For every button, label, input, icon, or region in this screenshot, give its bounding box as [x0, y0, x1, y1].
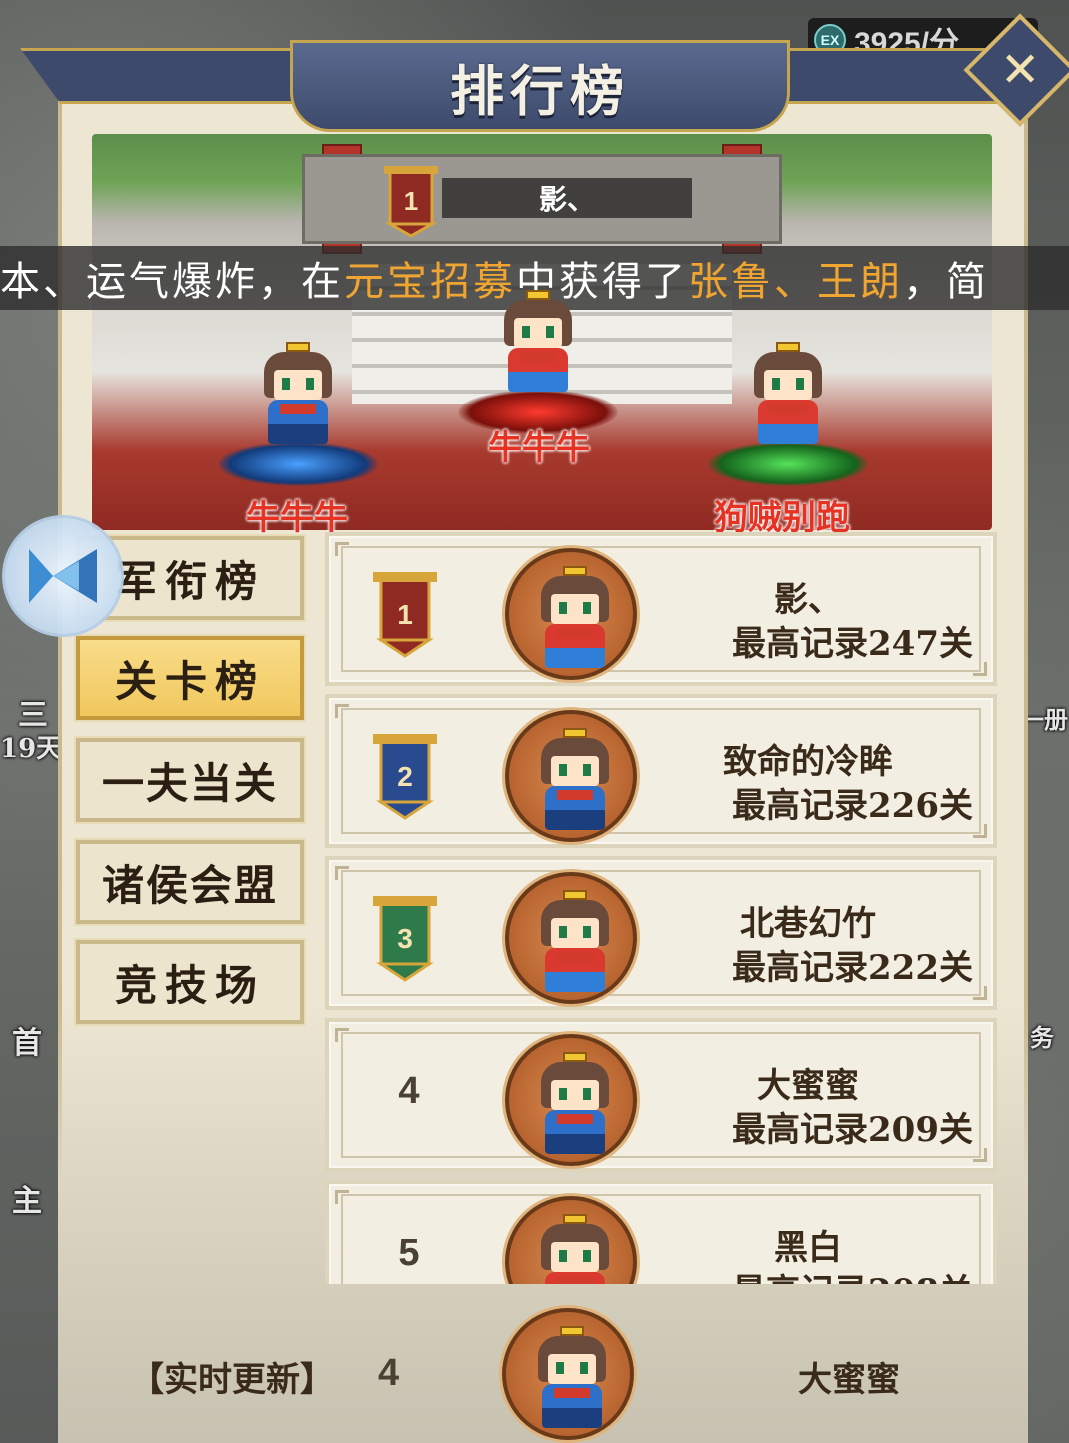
- avatar[interactable]: [505, 872, 637, 1004]
- hero-sprite: [498, 290, 578, 400]
- leaderboard-row[interactable]: 1 影、 最高记录247关: [325, 532, 997, 686]
- rank-badge-number: 2: [397, 761, 413, 792]
- player-record: 最高记录247关: [732, 624, 973, 664]
- self-avatar[interactable]: [502, 1308, 634, 1440]
- player-record: 最高记录208关: [673, 1264, 973, 1284]
- title-plate: 排行榜: [290, 40, 790, 132]
- marquee-text: ，简: [903, 259, 989, 305]
- leaderboard-row[interactable]: 2 致命的冷眸 最高记录226关: [325, 694, 997, 848]
- rank-1-flag-number: 1: [404, 186, 418, 216]
- rank-badge-number: 1: [397, 599, 413, 630]
- tab-arena[interactable]: 竞技场: [74, 938, 306, 1026]
- player-name: 黑白: [774, 1228, 842, 1268]
- avatar[interactable]: [505, 1034, 637, 1166]
- podium-hero-second[interactable]: [218, 342, 378, 486]
- podium-hero-name: 牛牛牛: [488, 428, 590, 468]
- bg-label: 务: [1030, 1023, 1054, 1052]
- podium-hero-first[interactable]: [458, 290, 618, 434]
- podium-hero-third[interactable]: [708, 342, 868, 486]
- close-icon: ✕: [999, 42, 1041, 98]
- realtime-update-label: 【实时更新】: [130, 1360, 334, 1400]
- bg-label: 首: [12, 1026, 42, 1061]
- leaderboard-row[interactable]: 4 大蜜蜜 最高记录209关: [325, 1018, 997, 1172]
- leaderboard-list[interactable]: 1 影、 最高记录247关 2 致命的冷眸 最高记录226关 3 北巷幻竹 最高…: [325, 532, 997, 1284]
- rank-badge-number: 3: [397, 923, 413, 954]
- marquee-highlight: 张鲁、王朗: [688, 259, 903, 305]
- tab-alliance[interactable]: 诸侯会盟: [74, 838, 306, 926]
- hero-sprite: [258, 342, 338, 452]
- hero-sprite: [748, 342, 828, 452]
- rank-number: 5: [398, 1232, 420, 1274]
- player-name: 影、: [774, 580, 842, 620]
- bg-label: 主: [12, 1184, 42, 1219]
- player-name: 北巷幻竹: [740, 904, 876, 944]
- player-record: 最高记录209关: [732, 1110, 973, 1150]
- player-name: 致命的冷眸: [723, 742, 893, 782]
- player-record: 最高记录222关: [732, 948, 973, 988]
- assistant-logo-icon: [29, 549, 97, 603]
- rank-2-badge-icon: 2: [373, 734, 437, 820]
- tab-stage-rank[interactable]: 关卡榜: [74, 634, 306, 722]
- leaderboard-row[interactable]: 5 黑白 最高记录208关: [325, 1180, 997, 1284]
- rank-1-flag-icon: 1: [384, 166, 438, 238]
- avatar[interactable]: [505, 710, 637, 842]
- avatar[interactable]: [505, 548, 637, 680]
- self-rank-row: 【实时更新】 4 大蜜蜜: [58, 1300, 1028, 1443]
- rank-1-badge-icon: 1: [373, 572, 437, 658]
- page-title: 排行榜: [450, 58, 630, 123]
- floating-assistant-button[interactable]: [2, 515, 124, 637]
- rank-3-badge-icon: 3: [373, 896, 437, 982]
- tab-solo-defense[interactable]: 一夫当关: [74, 736, 306, 824]
- first-place-name: 影、: [442, 178, 692, 218]
- self-rank-number: 4: [378, 1352, 400, 1394]
- player-name: 大蜜蜜: [757, 1066, 859, 1106]
- marquee-text: 本、运气爆炸，在: [0, 259, 344, 305]
- self-player-name: 大蜜蜜: [798, 1360, 900, 1400]
- player-record: 最高记录226关: [732, 786, 973, 826]
- leaderboard-row[interactable]: 3 北巷幻竹 最高记录222关: [325, 856, 997, 1010]
- rank-number: 4: [398, 1070, 420, 1112]
- bg-label: 19天: [0, 734, 63, 764]
